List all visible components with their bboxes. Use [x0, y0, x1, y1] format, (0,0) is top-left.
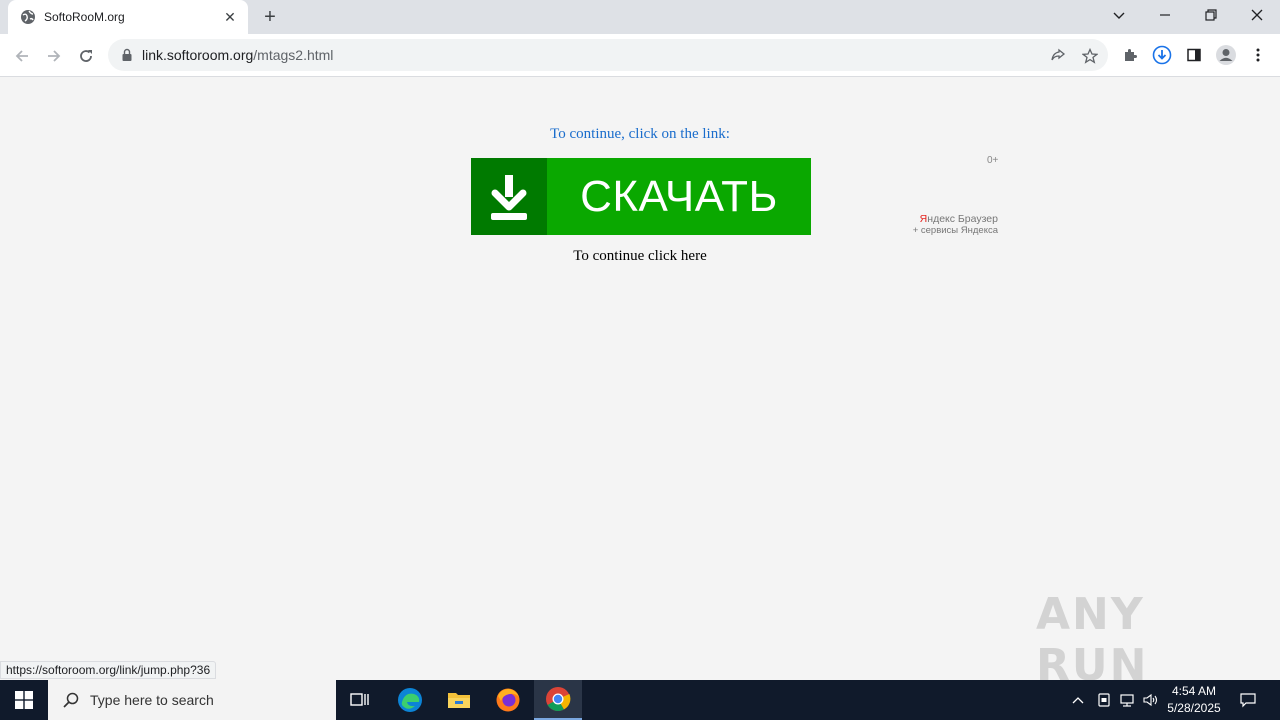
- profile-avatar-icon[interactable]: [1215, 44, 1237, 66]
- url-host: link.softoroom.org: [142, 47, 254, 63]
- taskbar-file-explorer[interactable]: [435, 680, 483, 720]
- taskbar-clock[interactable]: 4:54 AM 5/28/2025: [1160, 683, 1228, 717]
- page-content: To continue, click on the link: СКАЧАТЬ …: [0, 77, 1280, 691]
- forward-arrow-icon: [48, 50, 61, 62]
- tab-strip: SoftoRooM.org ✕ +: [0, 0, 1280, 34]
- share-icon[interactable]: [1048, 46, 1068, 66]
- meet-now-icon[interactable]: [1094, 680, 1114, 720]
- search-icon: [63, 692, 79, 708]
- reload-button[interactable]: [72, 42, 100, 70]
- taskbar-search-box[interactable]: Type here to search: [48, 680, 336, 720]
- task-view-button[interactable]: [336, 680, 384, 720]
- extensions-icon[interactable]: [1119, 44, 1141, 66]
- close-window-button[interactable]: [1234, 0, 1280, 30]
- edge-icon: [398, 688, 422, 712]
- network-icon[interactable]: [1117, 680, 1137, 720]
- continue-link[interactable]: To continue, click on the link:: [0, 126, 1280, 143]
- age-rating: 0+: [987, 155, 999, 166]
- tray-chevron-icon[interactable]: [1068, 680, 1088, 720]
- yandex-ad-subtitle: + сервисы Яндекса: [912, 225, 998, 236]
- firefox-icon: [496, 688, 520, 712]
- search-placeholder: Type here to search: [90, 692, 214, 708]
- folder-icon: [448, 693, 470, 708]
- yandex-ad[interactable]: Яндекс Браузер + сервисы Яндекса: [905, 213, 998, 237]
- download-icon[interactable]: [1151, 44, 1173, 66]
- lock-icon: [122, 48, 132, 61]
- url-text: link.softoroom.org/mtags2.html: [142, 47, 333, 63]
- task-view-icon: [350, 693, 369, 706]
- taskbar-chrome[interactable]: [534, 680, 582, 720]
- notification-center-icon[interactable]: [1234, 680, 1262, 720]
- menu-kebab-icon[interactable]: [1247, 44, 1269, 66]
- url-path: /mtags2.html: [253, 47, 334, 63]
- restore-button[interactable]: [1188, 0, 1234, 30]
- volume-icon[interactable]: [1140, 680, 1160, 720]
- minimize-button[interactable]: [1142, 0, 1188, 30]
- tab-search-icon[interactable]: [1096, 0, 1142, 30]
- chrome-icon: [546, 687, 571, 712]
- side-panel-icon[interactable]: [1183, 44, 1205, 66]
- new-tab-button[interactable]: +: [258, 5, 282, 29]
- yandex-ad-brand-rest: ндекс Браузер: [927, 213, 998, 225]
- download-label: СКАЧАТЬ: [580, 171, 778, 221]
- forward-button[interactable]: [40, 42, 68, 70]
- status-bar-url: https://softoroom.org/link/jump.php?36: [0, 661, 217, 679]
- browser-toolbar: link.softoroom.org/mtags2.html: [0, 34, 1280, 77]
- back-button[interactable]: [8, 42, 36, 70]
- tab-title: SoftoRooM.org: [44, 10, 125, 24]
- clock-date: 5/28/2025: [1167, 701, 1221, 715]
- anyrun-watermark: ANY RUN: [1036, 589, 1149, 691]
- continue-here-link[interactable]: To continue click here: [0, 248, 1280, 265]
- clock-time: 4:54 AM: [1171, 684, 1217, 698]
- browser-tab[interactable]: SoftoRooM.org ✕: [8, 0, 248, 34]
- tab-close-icon[interactable]: ✕: [222, 9, 238, 25]
- back-arrow-icon: [15, 50, 28, 62]
- bookmark-star-icon[interactable]: [1080, 46, 1100, 66]
- taskbar-firefox[interactable]: [484, 680, 532, 720]
- yandex-ad-title: Яндекс Браузер: [905, 213, 998, 225]
- windows-taskbar: Type here to search 4:54 AM 5/28/2025: [0, 680, 1280, 720]
- reload-icon: [80, 50, 92, 62]
- taskbar-edge[interactable]: [386, 680, 434, 720]
- start-button[interactable]: [0, 680, 48, 720]
- address-bar[interactable]: link.softoroom.org/mtags2.html: [108, 39, 1108, 71]
- download-arrow-icon: [471, 158, 547, 235]
- download-banner-button[interactable]: СКАЧАТЬ: [471, 158, 811, 235]
- globe-icon: [21, 10, 35, 24]
- windows-logo-icon: [15, 691, 33, 709]
